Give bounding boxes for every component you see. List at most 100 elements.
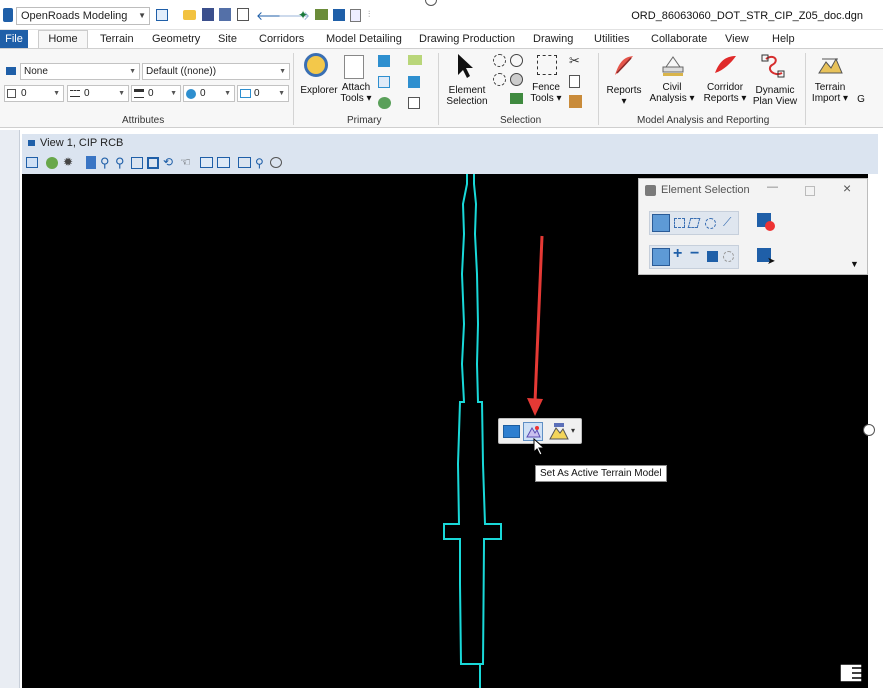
tab-home[interactable]: Home bbox=[38, 30, 88, 48]
copy-view-icon[interactable] bbox=[238, 157, 251, 168]
levels-icon[interactable] bbox=[408, 76, 420, 88]
line-select-icon[interactable]: ⟋ bbox=[723, 215, 731, 230]
update-view-icon[interactable] bbox=[86, 156, 96, 169]
view-title-bar[interactable]: View 1, CIP RCB bbox=[22, 134, 878, 152]
clip-volume-icon[interactable]: ⚲ bbox=[255, 156, 264, 170]
models-icon[interactable] bbox=[378, 76, 390, 88]
workflow-menu-icon[interactable] bbox=[156, 9, 168, 21]
pan-view-icon[interactable]: ☜ bbox=[180, 155, 191, 169]
copy-clipboard-icon[interactable] bbox=[569, 75, 580, 88]
transparency-dropdown[interactable]: 0 ▼ bbox=[237, 85, 289, 102]
raster-icon[interactable] bbox=[408, 55, 422, 65]
references-icon[interactable] bbox=[378, 55, 390, 67]
element-selection-icon[interactable] bbox=[456, 53, 474, 79]
expand-dialog-icon[interactable]: ▼ bbox=[850, 259, 859, 269]
grid-menu-icon[interactable] bbox=[839, 663, 863, 683]
print-icon[interactable] bbox=[315, 9, 328, 20]
terrain-import-button[interactable]: Terrain Import ▾ bbox=[807, 82, 853, 104]
workflow-dropdown[interactable]: OpenRoads Modeling ▼ bbox=[16, 7, 150, 25]
view-attributes-icon[interactable] bbox=[26, 157, 38, 168]
terrain-outline[interactable] bbox=[443, 174, 502, 665]
tab-collaborate[interactable]: Collaborate bbox=[651, 33, 707, 45]
close-icon[interactable]: × bbox=[843, 180, 851, 196]
tab-file[interactable]: File bbox=[0, 30, 28, 48]
select-tree-icon[interactable] bbox=[510, 93, 523, 104]
level-dropdown[interactable]: None ▼ bbox=[20, 63, 140, 80]
save-settings-icon[interactable] bbox=[219, 8, 231, 21]
attach-tools-icon[interactable] bbox=[344, 55, 364, 79]
properties-info-icon[interactable] bbox=[503, 425, 520, 438]
terrain-import-icon[interactable] bbox=[816, 53, 844, 79]
circle-select-icon[interactable] bbox=[705, 218, 716, 229]
tab-drawing-production[interactable]: Drawing Production bbox=[419, 33, 515, 45]
clear-mode-icon[interactable] bbox=[723, 251, 734, 262]
select-by-attributes-icon[interactable] bbox=[510, 54, 523, 67]
attach-tools-button[interactable]: Attach Tools ▾ bbox=[338, 82, 374, 104]
tab-geometry[interactable]: Geometry bbox=[152, 33, 200, 45]
color-dropdown[interactable]: 0 ▼ bbox=[4, 85, 64, 102]
globe-icon[interactable] bbox=[378, 97, 391, 109]
fence-tools-button[interactable]: Fence Tools ▾ bbox=[528, 82, 564, 104]
tab-utilities[interactable]: Utilities bbox=[594, 33, 629, 45]
tab-corridors[interactable]: Corridors bbox=[259, 33, 304, 45]
save-icon[interactable] bbox=[202, 8, 214, 21]
explorer-icon[interactable] bbox=[304, 53, 328, 77]
tab-help[interactable]: Help bbox=[772, 33, 795, 45]
add-selection-icon[interactable]: + bbox=[673, 245, 682, 263]
minimize-icon[interactable]: — bbox=[767, 181, 778, 193]
invert-mode-icon[interactable] bbox=[707, 251, 718, 262]
line-style-dropdown[interactable]: 0 ▼ bbox=[67, 85, 129, 102]
explorer-button[interactable]: Explorer bbox=[298, 85, 340, 96]
corridor-reports-button[interactable]: Corridor Reports ▾ bbox=[700, 82, 750, 104]
fence-icon[interactable] bbox=[537, 55, 557, 75]
window-area-icon[interactable] bbox=[131, 157, 143, 169]
copy-icon[interactable] bbox=[237, 8, 249, 21]
deselect-icon[interactable] bbox=[493, 73, 506, 86]
left-dock-strip[interactable] bbox=[0, 130, 20, 688]
zoom-out-icon[interactable]: ⚲ bbox=[115, 155, 125, 171]
civil-analysis-button[interactable]: Civil Analysis ▾ bbox=[648, 82, 696, 104]
reports-icon[interactable] bbox=[612, 53, 636, 79]
subtract-selection-icon[interactable]: − bbox=[690, 245, 699, 263]
page-icon[interactable] bbox=[350, 9, 361, 22]
tab-drawing[interactable]: Drawing bbox=[533, 33, 573, 45]
view-next-icon[interactable] bbox=[217, 157, 230, 168]
dynamic-plan-view-button[interactable]: Dynamic Plan View bbox=[751, 85, 799, 107]
next-group-button[interactable]: G bbox=[856, 94, 866, 105]
select-all-icon[interactable] bbox=[493, 54, 506, 67]
priority-dropdown[interactable]: 0 ▼ bbox=[183, 85, 235, 102]
zoom-in-icon[interactable]: ⚲ bbox=[100, 155, 110, 171]
tab-model-detailing[interactable]: Model Detailing bbox=[326, 33, 402, 45]
brightness-icon[interactable]: ✹ bbox=[63, 155, 73, 169]
fit-view-icon[interactable] bbox=[147, 157, 159, 169]
camera-icon[interactable] bbox=[270, 157, 282, 168]
new-selection-icon[interactable] bbox=[652, 248, 670, 266]
customize-icon[interactable]: ⫶ bbox=[368, 9, 370, 20]
corridor-reports-icon[interactable] bbox=[712, 53, 738, 79]
view-previous-icon[interactable] bbox=[200, 157, 213, 168]
block-select-icon[interactable] bbox=[674, 218, 685, 228]
individual-select-icon[interactable] bbox=[652, 214, 670, 232]
rotate-view-icon[interactable]: ⟲ bbox=[163, 155, 173, 169]
resize-handle-right[interactable] bbox=[863, 424, 875, 436]
open-folder-icon[interactable] bbox=[183, 10, 196, 20]
civil-analysis-icon[interactable] bbox=[660, 53, 686, 79]
element-selection-button[interactable]: Element Selection bbox=[443, 85, 491, 107]
dynamic-plan-view-icon[interactable] bbox=[760, 53, 786, 81]
chevron-down-icon[interactable]: ▾ bbox=[571, 426, 575, 435]
app-icon[interactable] bbox=[3, 8, 13, 22]
properties-icon[interactable] bbox=[408, 97, 420, 109]
tab-view[interactable]: View bbox=[725, 33, 749, 45]
reports-button[interactable]: Reports ▾ bbox=[604, 85, 644, 107]
element-template-dropdown[interactable]: Default ((none)) ▼ bbox=[142, 63, 290, 80]
terrain-edit-icon[interactable] bbox=[549, 422, 569, 441]
tab-site[interactable]: Site bbox=[218, 33, 237, 45]
view-icon[interactable] bbox=[333, 9, 345, 21]
pin-icon[interactable]: ✦ bbox=[298, 8, 308, 22]
tab-terrain[interactable]: Terrain bbox=[100, 33, 134, 45]
line-weight-dropdown[interactable]: 0 ▼ bbox=[131, 85, 181, 102]
display-style-icon[interactable] bbox=[46, 157, 58, 169]
invert-selection-icon[interactable] bbox=[510, 73, 523, 86]
paste-icon[interactable] bbox=[569, 95, 582, 108]
maximize-icon[interactable] bbox=[805, 186, 815, 196]
